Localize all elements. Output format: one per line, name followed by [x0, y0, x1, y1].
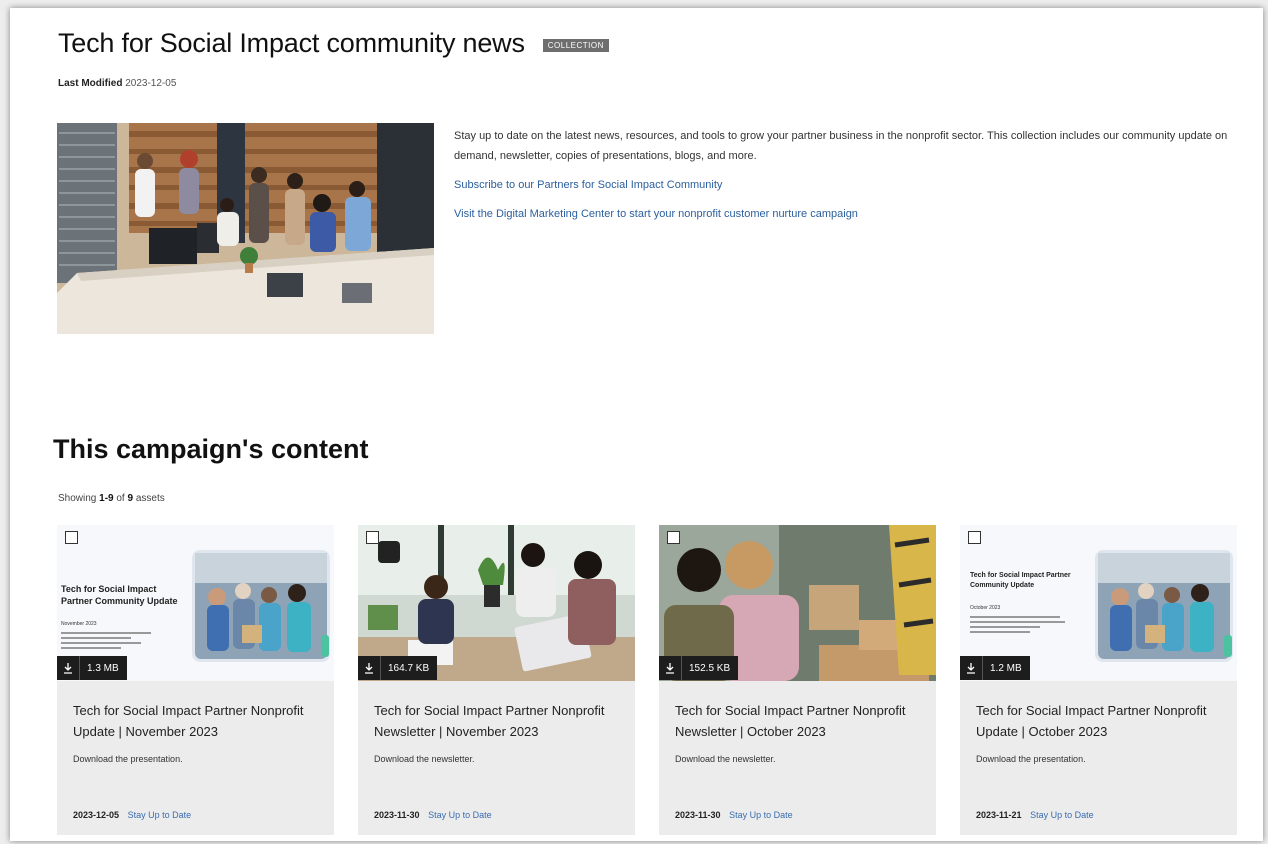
card-description: Download the presentation. — [976, 754, 1086, 764]
download-size-pill[interactable]: 1.3 MB — [57, 656, 127, 680]
campaign-section-title: This campaign's content — [53, 434, 369, 464]
page-title: Tech for Social Impact community news — [58, 28, 525, 58]
file-size: 1.2 MB — [990, 662, 1022, 674]
showing-total: 9 — [127, 493, 134, 504]
select-checkbox[interactable] — [65, 531, 78, 544]
asset-card[interactable]: 152.5 KB Tech for Social Impact Partner … — [659, 525, 936, 835]
intro-description: Stay up to date on the latest news, reso… — [454, 130, 1228, 162]
asset-thumbnail[interactable]: Tech for Social Impact Partner Community… — [960, 525, 1237, 681]
thumbnail-heading: Tech for Social Impact Partner Community… — [970, 572, 1071, 589]
card-date: 2023-11-30 — [374, 810, 420, 820]
download-icon[interactable] — [57, 656, 80, 680]
card-title[interactable]: Tech for Social Impact Partner Nonprofit… — [73, 700, 323, 742]
file-size: 152.5 KB — [689, 662, 731, 674]
card-footer: 2023-11-21 Stay Up to Date — [976, 810, 1094, 820]
download-size-pill[interactable]: 1.2 MB — [960, 656, 1030, 680]
showing-suffix: assets — [135, 493, 165, 504]
card-date: 2023-11-30 — [675, 810, 721, 820]
card-footer: 2023-11-30 Stay Up to Date — [374, 810, 492, 820]
card-tag-link[interactable]: Stay Up to Date — [729, 810, 793, 820]
last-modified-label: Last Modified — [58, 78, 123, 89]
card-title[interactable]: Tech for Social Impact Partner Nonprofit… — [675, 700, 925, 742]
file-size: 164.7 KB — [388, 662, 430, 674]
last-modified-value: 2023-12-05 — [125, 78, 177, 89]
download-size-pill[interactable]: 152.5 KB — [659, 656, 739, 680]
digital-marketing-center-link[interactable]: Visit the Digital Marketing Center to st… — [454, 204, 1234, 224]
card-footer: 2023-11-30 Stay Up to Date — [675, 810, 793, 820]
page-frame: Tech for Social Impact community news CO… — [10, 8, 1263, 841]
thumbnail-heading: Tech for Social Impact Partner Community… — [61, 584, 178, 606]
card-title[interactable]: Tech for Social Impact Partner Nonprofit… — [374, 700, 624, 742]
showing-range: 1-9 — [99, 493, 114, 504]
title-row: Tech for Social Impact community news CO… — [58, 28, 609, 59]
card-tag-link[interactable]: Stay Up to Date — [128, 810, 192, 820]
thumbnail-bullets — [61, 629, 161, 652]
card-description: Download the presentation. — [73, 754, 183, 764]
card-footer: 2023-12-05 Stay Up to Date — [73, 810, 191, 820]
asset-card[interactable]: Tech for Social Impact Partner Community… — [57, 525, 334, 835]
select-checkbox[interactable] — [667, 531, 680, 544]
download-icon[interactable] — [659, 656, 682, 680]
file-size: 1.3 MB — [87, 662, 119, 674]
asset-card[interactable]: Tech for Social Impact Partner Community… — [960, 525, 1237, 835]
showing-of: of — [116, 493, 125, 504]
thumbnail-subheading: November 2023 — [61, 621, 97, 627]
card-date: 2023-12-05 — [73, 810, 120, 820]
subscribe-community-link[interactable]: Subscribe to our Partners for Social Imp… — [454, 175, 1234, 195]
card-description: Download the newsletter. — [675, 754, 776, 764]
select-checkbox[interactable] — [968, 531, 981, 544]
download-icon[interactable] — [358, 656, 381, 680]
hero-image — [57, 123, 434, 334]
collection-badge: COLLECTION — [542, 39, 609, 52]
card-tag-link[interactable]: Stay Up to Date — [428, 810, 492, 820]
card-tag-link[interactable]: Stay Up to Date — [1030, 810, 1094, 820]
thumbnail-subheading: October 2023 — [970, 605, 1001, 611]
asset-thumbnail[interactable]: Tech for Social Impact Partner Community… — [57, 525, 334, 681]
card-description: Download the newsletter. — [374, 754, 475, 764]
showing-count: Showing 1-9 of 9 assets — [58, 493, 165, 504]
download-icon[interactable] — [960, 656, 983, 680]
asset-thumbnail[interactable]: 152.5 KB — [659, 525, 936, 681]
card-title[interactable]: Tech for Social Impact Partner Nonprofit… — [976, 700, 1226, 742]
thumbnail-bullets — [970, 613, 1070, 636]
intro-block: Stay up to date on the latest news, reso… — [454, 126, 1234, 233]
select-checkbox[interactable] — [366, 531, 379, 544]
last-modified: Last Modified 2023-12-05 — [58, 78, 176, 89]
asset-thumbnail[interactable]: 164.7 KB — [358, 525, 635, 681]
showing-prefix: Showing — [58, 493, 97, 504]
card-date: 2023-11-21 — [976, 810, 1022, 820]
download-size-pill[interactable]: 164.7 KB — [358, 656, 438, 680]
asset-card[interactable]: 164.7 KB Tech for Social Impact Partner … — [358, 525, 635, 835]
